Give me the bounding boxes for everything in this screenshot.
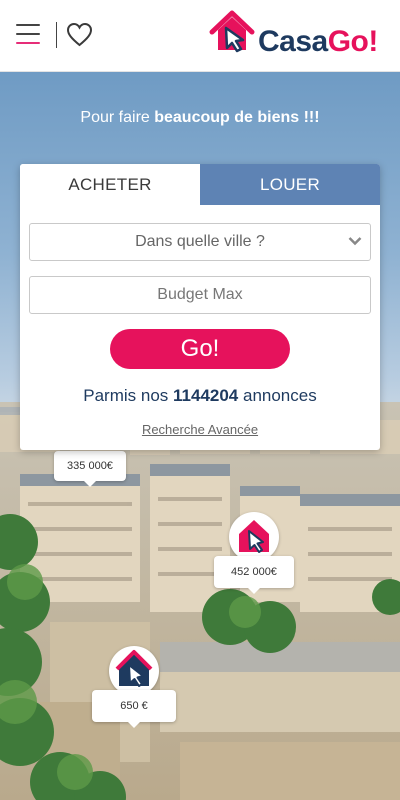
price-marker[interactable]: 452 000€ — [214, 512, 294, 608]
tab-louer[interactable]: LOUER — [200, 164, 380, 205]
hamburger-menu-icon[interactable] — [16, 21, 42, 47]
city-select-placeholder: Dans quelle ville ? — [135, 233, 265, 250]
heart-icon[interactable] — [66, 22, 93, 48]
price-marker[interactable]: 650 € — [92, 646, 176, 732]
budget-max-input[interactable]: Budget Max — [29, 276, 371, 314]
header-divider — [56, 22, 57, 48]
chevron-down-icon — [348, 237, 362, 246]
search-card: ACHETER LOUER Dans quelle ville ? Budget… — [20, 164, 380, 450]
city-select[interactable]: Dans quelle ville ? — [29, 223, 371, 261]
listing-count: Parmis nos 1144204 annonces — [83, 386, 317, 405]
top-bar: CasaGo! — [0, 0, 400, 72]
advanced-search-link[interactable]: Recherche Avancée — [20, 422, 380, 437]
search-tabs: ACHETER LOUER — [20, 164, 380, 205]
house-cursor-icon — [229, 512, 279, 562]
price-label: 335 000€ — [54, 451, 126, 487]
casago-logo[interactable]: CasaGo! — [206, 8, 392, 64]
hero-tagline: Pour faire beaucoup de biens !!! — [80, 109, 320, 126]
price-label: 650 € — [92, 690, 176, 728]
house-cursor-icon — [109, 646, 159, 696]
go-button[interactable]: Go! — [110, 329, 290, 369]
logo-house-cursor-icon — [209, 10, 255, 53]
logo-wordmark: CasaGo! — [258, 25, 378, 58]
tab-acheter[interactable]: ACHETER — [20, 164, 200, 205]
price-label: 452 000€ — [214, 556, 294, 594]
